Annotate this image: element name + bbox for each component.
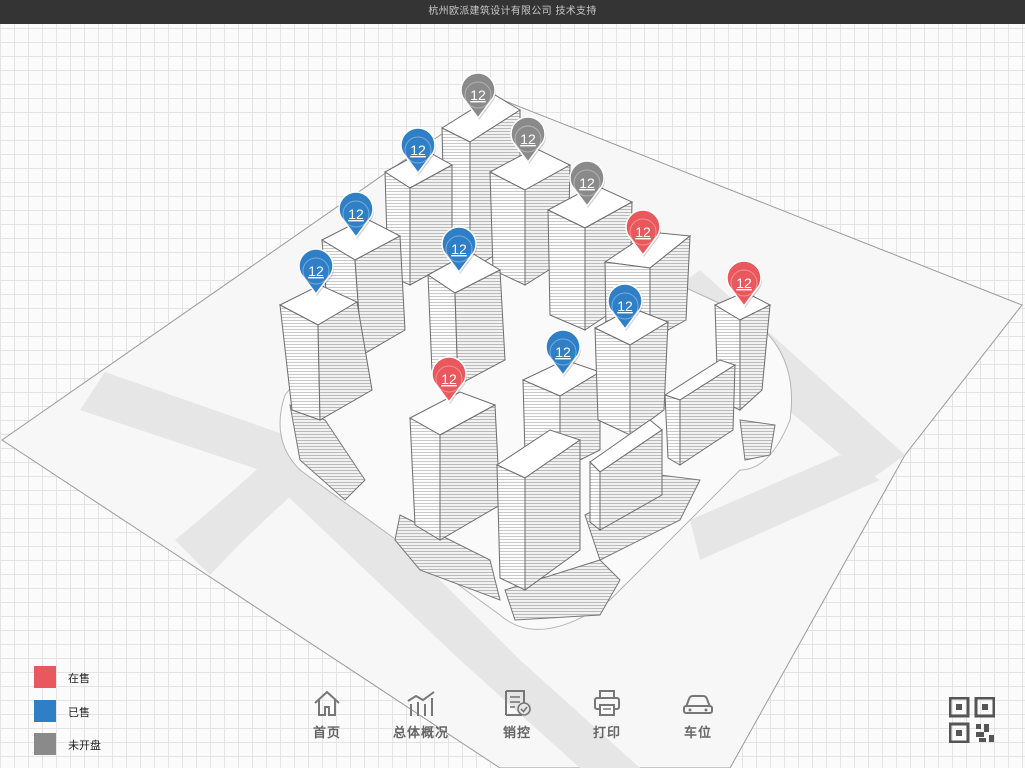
legend-item-not-released: 未开盘 [34, 733, 154, 755]
bar-chart-icon [407, 691, 435, 716]
legend-item-on-sale: 在售 [34, 666, 154, 688]
marker-label: 12 [451, 241, 467, 257]
legend-swatch [34, 733, 56, 755]
nav-label: 打印 [592, 726, 621, 741]
legend-label: 在售 [68, 672, 90, 685]
site-plan-3d-view: 12 12 12 12 12 12 12 12 12 12 12 12 [1, 72, 1023, 768]
legend-swatch [34, 700, 56, 722]
nav-label: 车位 [683, 726, 712, 741]
marker-label: 12 [441, 371, 457, 387]
legend-item-sold: 已售 [34, 700, 154, 722]
nav-sales-control-button[interactable]: 销控 [477, 688, 557, 750]
legend-label: 已售 [68, 706, 90, 719]
legend-swatch [34, 666, 56, 688]
marker-label: 12 [348, 206, 364, 222]
legend-label: 未开盘 [68, 739, 101, 752]
nav-home-button[interactable]: 首页 [287, 688, 367, 750]
marker-label: 12 [635, 224, 651, 240]
nav-label: 首页 [312, 726, 341, 741]
car-icon [683, 695, 713, 714]
marker-label: 12 [736, 275, 752, 291]
marker-label: 12 [555, 344, 571, 360]
marker-label: 12 [308, 263, 324, 279]
nav-label: 总体概况 [392, 726, 449, 741]
marker-label: 12 [617, 298, 633, 314]
printer-icon [594, 690, 620, 716]
marker-label: 12 [579, 175, 595, 191]
home-icon [314, 690, 340, 716]
nav-print-button[interactable]: 打印 [567, 688, 647, 750]
nav-parking-button[interactable]: 车位 [658, 688, 738, 750]
marker-label: 12 [520, 131, 536, 147]
checklist-icon [505, 690, 531, 716]
qr-code-icon[interactable] [949, 697, 995, 743]
nav-label: 销控 [502, 726, 531, 741]
marker-label: 12 [410, 142, 426, 158]
nav-overview-button[interactable]: 总体概况 [381, 688, 461, 750]
header-credit: 杭州欧派建筑设计有限公司 技术支持 [0, 0, 1025, 24]
marker-label: 12 [470, 87, 486, 103]
